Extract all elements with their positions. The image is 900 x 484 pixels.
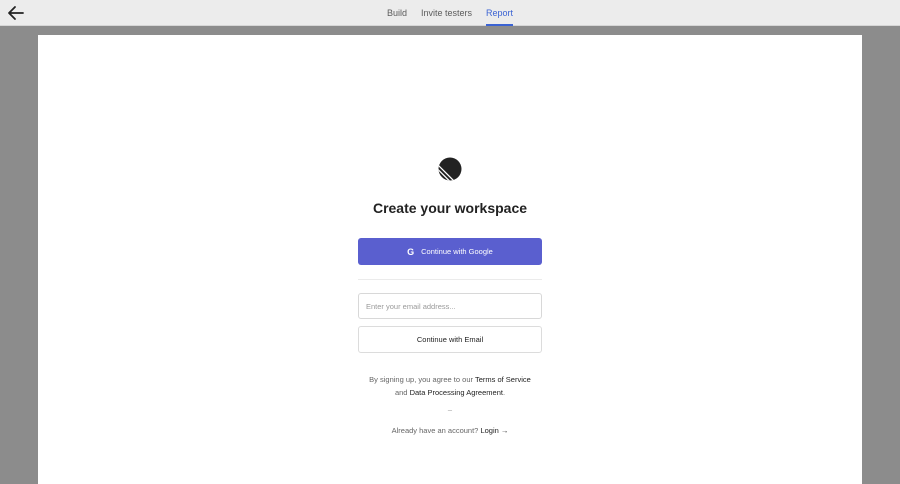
google-button-label: Continue with Google bbox=[421, 247, 493, 256]
continue-with-google-button[interactable]: G Continue with Google bbox=[358, 238, 542, 265]
login-prompt-text: Already have an account? bbox=[391, 426, 479, 435]
terms-prefix: By signing up, you agree to our bbox=[369, 375, 473, 384]
data-processing-agreement-link[interactable]: Data Processing Agreement bbox=[410, 388, 503, 397]
page-title: Create your workspace bbox=[372, 200, 528, 216]
tab-invite-testers[interactable]: Invite testers bbox=[414, 0, 479, 26]
tab-build[interactable]: Build bbox=[380, 0, 414, 26]
email-button-label: Continue with Email bbox=[416, 335, 484, 344]
linear-logo-icon bbox=[438, 157, 462, 181]
terms-suffix: . bbox=[502, 388, 506, 397]
divider bbox=[358, 279, 542, 280]
terms-of-service-link[interactable]: Terms of Service bbox=[475, 375, 531, 384]
separator-dash: – bbox=[447, 405, 453, 414]
login-link[interactable]: Login → bbox=[480, 426, 508, 435]
tab-report[interactable]: Report bbox=[479, 0, 520, 26]
google-g-icon: G bbox=[407, 246, 415, 257]
signup-panel: Create your workspace G Continue with Go… bbox=[38, 35, 862, 484]
top-bar: Build Invite testers Report bbox=[0, 0, 900, 26]
continue-with-email-button[interactable]: Continue with Email bbox=[358, 326, 542, 353]
terms-text: By signing up, you agree to our Terms of… bbox=[38, 373, 862, 399]
tab-bar: Build Invite testers Report bbox=[0, 0, 900, 26]
terms-and: and bbox=[394, 388, 408, 397]
login-prompt: Already have an account? Login → bbox=[38, 426, 862, 435]
email-input[interactable] bbox=[358, 293, 542, 319]
